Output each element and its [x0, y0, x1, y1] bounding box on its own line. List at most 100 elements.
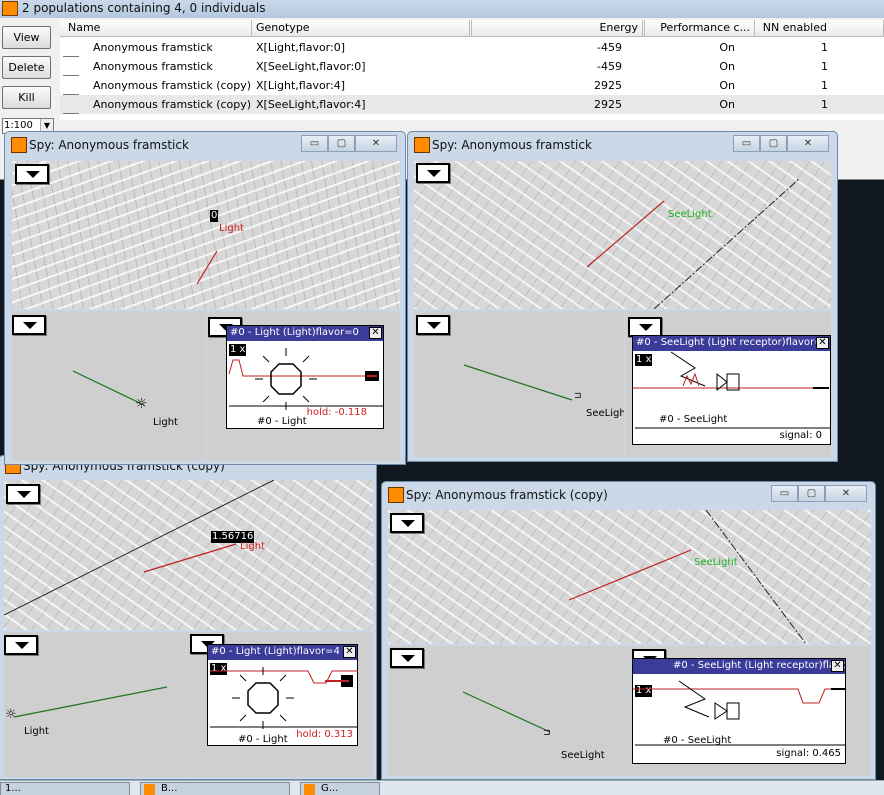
neuron-subwindow[interactable]: #0 - SeeLight (Light receptor)flavor=0 ✕… — [632, 335, 831, 445]
neuron-view[interactable]: #0 - SeeLight (Light receptor)flavor=0 ✕… — [625, 311, 831, 457]
body-view[interactable]: ⊐ SeeLight — [388, 646, 626, 776]
row-energy: -459 — [597, 41, 622, 54]
neuron-status: hold: 0.313 — [296, 729, 353, 740]
column-header-nn-enabled[interactable]: NN enabled — [755, 20, 884, 37]
neuron-view[interactable]: #0 - Light (Light)flavor=4 ✕ 1 x #0 - Li… — [187, 632, 373, 777]
world-scene — [196, 250, 218, 285]
taskbar-item-label: B... — [161, 783, 178, 794]
body-view[interactable]: ☼ Light — [12, 311, 206, 461]
neuron-name: #0 - SeeLight — [659, 414, 728, 425]
row-genotype: X[Light,flavor:4] — [256, 79, 346, 92]
zoom-value: 1:100 — [4, 120, 33, 131]
view-menu-dropdown[interactable] — [15, 164, 49, 184]
row-energy: 2925 — [594, 79, 622, 92]
row-nn-enabled: 1 — [821, 98, 828, 111]
minimize-button[interactable]: ▭ — [301, 135, 328, 152]
taskbar-item[interactable]: G... — [300, 782, 380, 795]
spy-window-light[interactable]: Spy: Anonymous framstick ▭ ▢ ✕ 0 Light ☼… — [4, 131, 406, 465]
window-controls: ▭ ▢ ✕ — [301, 135, 397, 153]
framsticks-app-icon — [304, 784, 315, 795]
desktop: 2 populations containing 4, 0 individual… — [0, 0, 884, 795]
close-button[interactable]: ✕ — [355, 135, 397, 152]
spy-window-title-text: Spy: Anonymous framstick — [432, 138, 592, 152]
close-button[interactable]: ✕ — [825, 485, 867, 502]
world-scene — [4, 480, 275, 616]
world-scene — [586, 178, 800, 309]
body-view-menu-dropdown[interactable] — [416, 315, 450, 335]
row-marker — [63, 95, 79, 114]
neuron-status: signal: 0 — [779, 430, 823, 441]
row-genotype: X[SeeLight,flavor:0] — [256, 60, 366, 73]
table-row[interactable]: Anonymous framstick (copy) X[SeeLight,fl… — [60, 95, 884, 114]
row-performance: On — [719, 41, 735, 54]
window-controls: ▭ ▢ ✕ — [733, 135, 829, 153]
table-row[interactable]: Anonymous framstick (copy) X[Light,flavo… — [60, 76, 884, 95]
body-view-menu-dropdown[interactable] — [12, 315, 46, 335]
taskbar-item[interactable]: 1... — [0, 782, 130, 795]
view-menu-dropdown[interactable] — [390, 513, 424, 533]
population-table: Name Genotype Energy Performance c... NN… — [60, 20, 884, 120]
neuron-view[interactable]: #0 - Light (Light)flavor=0 ✕ 1 x #0 - Li… — [207, 311, 400, 461]
body-view[interactable]: ☼ Light — [4, 632, 186, 777]
spy-window-light-copy[interactable]: Spy: Anonymous framstick (copy) 1.56716 … — [0, 455, 377, 780]
kill-button[interactable]: Kill — [2, 86, 51, 109]
scene-part-tag: Light — [219, 223, 244, 234]
body-part-label: Light — [24, 726, 49, 737]
spy-window-seelight-copy[interactable]: Spy: Anonymous framstick (copy) ▭ ▢ ✕ Se… — [381, 481, 876, 780]
body-view-menu-dropdown[interactable] — [4, 635, 38, 655]
row-genotype: X[Light,flavor:0] — [256, 41, 346, 54]
close-button[interactable]: ✕ — [787, 135, 829, 152]
table-row[interactable]: Anonymous framstick X[SeeLight,flavor:0]… — [60, 57, 884, 76]
column-header-performance[interactable]: Performance c... — [645, 20, 755, 37]
row-performance: On — [719, 79, 735, 92]
maximize-button[interactable]: ▢ — [328, 135, 355, 152]
neuron-view[interactable]: #0 - SeeLight (Light receptor)flavor=4 ✕… — [627, 646, 871, 776]
row-energy: -459 — [597, 60, 622, 73]
row-marker — [63, 57, 79, 76]
delete-button[interactable]: Delete — [2, 56, 51, 79]
population-title-text: 2 populations containing 4, 0 individual… — [22, 1, 266, 15]
neuron-name: #0 - Light — [238, 734, 288, 745]
view-menu-dropdown[interactable] — [6, 484, 40, 504]
view-button[interactable]: View — [2, 26, 51, 49]
spy-window-title-text: Spy: Anonymous framstick — [29, 138, 189, 152]
maximize-button[interactable]: ▢ — [760, 135, 787, 152]
column-header-name[interactable]: Name — [60, 20, 252, 37]
neuron-view-menu-dropdown[interactable] — [628, 317, 662, 337]
scene-part-tag: SeeLight — [668, 209, 712, 220]
minimize-button[interactable]: ▭ — [771, 485, 798, 502]
world-view[interactable]: 0 Light — [12, 161, 400, 309]
taskbar: 1... B... G... — [0, 780, 884, 795]
body-part-label: Light — [153, 417, 178, 428]
table-row[interactable]: Anonymous framstick X[Light,flavor:0] -4… — [60, 38, 884, 57]
neuron-status: hold: -0.118 — [306, 407, 367, 418]
framsticks-app-icon — [414, 137, 430, 153]
framsticks-app-icon — [11, 137, 27, 153]
taskbar-item-label: G... — [321, 783, 339, 794]
neuron-subwindow[interactable]: #0 - Light (Light)flavor=4 ✕ 1 x #0 - Li… — [207, 644, 358, 746]
spy-window-seelight[interactable]: Spy: Anonymous framstick ▭ ▢ ✕ SeeLight … — [407, 131, 838, 462]
row-name: Anonymous framstick (copy) — [93, 98, 252, 111]
world-view[interactable]: SeeLight — [388, 510, 871, 644]
body-view-menu-dropdown[interactable] — [390, 648, 424, 668]
framsticks-app-icon — [2, 1, 18, 16]
body-part-label: SeeLight — [586, 408, 624, 419]
row-name: Anonymous framstick — [93, 60, 213, 73]
spy-window-title-text: Spy: Anonymous framstick (copy) — [406, 488, 608, 502]
maximize-button[interactable]: ▢ — [798, 485, 825, 502]
taskbar-item[interactable]: B... — [140, 782, 290, 795]
view-menu-dropdown[interactable] — [416, 163, 450, 183]
row-nn-enabled: 1 — [821, 60, 828, 73]
neuron-subwindow[interactable]: #0 - SeeLight (Light receptor)flavor=4 ✕… — [632, 658, 846, 764]
row-performance: On — [719, 60, 735, 73]
minimize-button[interactable]: ▭ — [733, 135, 760, 152]
population-window-title[interactable]: 2 populations containing 4, 0 individual… — [0, 0, 884, 18]
world-view[interactable]: 1.56716 Light — [4, 480, 373, 630]
world-view[interactable]: SeeLight — [414, 161, 831, 309]
receptor-icon: ⊐ — [574, 391, 582, 401]
body-view[interactable]: ⊐ SeeLight — [414, 311, 624, 457]
column-header-genotype[interactable]: Genotype — [252, 20, 472, 37]
column-header-energy[interactable]: Energy — [472, 20, 645, 37]
row-nn-enabled: 1 — [821, 41, 828, 54]
neuron-subwindow[interactable]: #0 - Light (Light)flavor=0 ✕ 1 x #0 - Li… — [226, 325, 384, 429]
